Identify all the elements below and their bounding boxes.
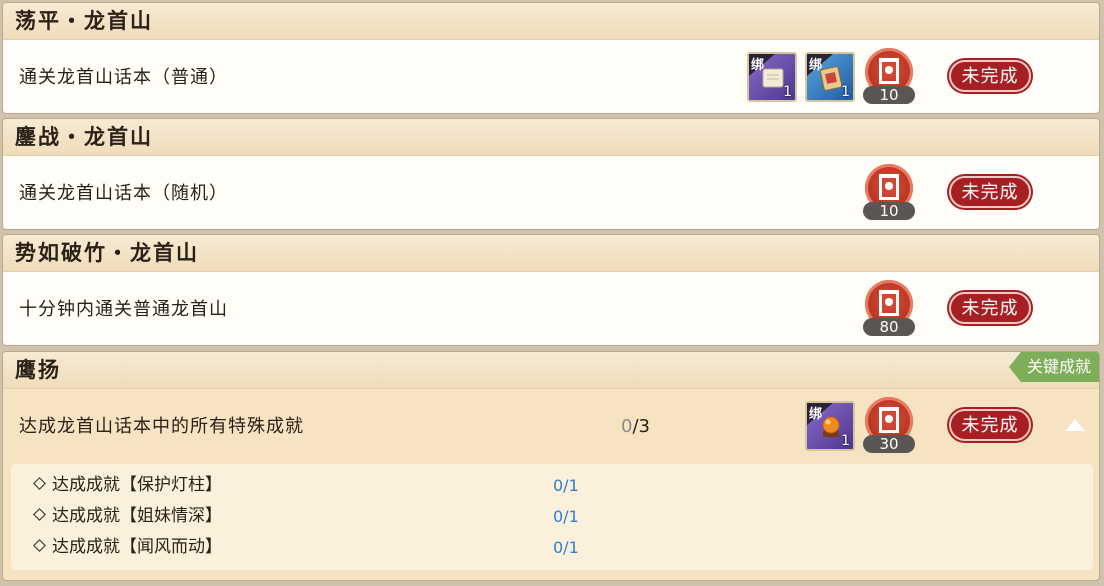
- status-button[interactable]: 未完成: [949, 409, 1031, 441]
- reward-item-scroll[interactable]: 绑 1: [747, 52, 797, 102]
- achievement-description: 达成龙首山话本中的所有特殊成就: [19, 416, 304, 437]
- achievement-description: 通关龙首山话本（普通）: [19, 67, 228, 88]
- progress-total: /3: [632, 416, 650, 437]
- diamond-bullet-icon: [33, 539, 46, 552]
- key-achievement-tag: 关键成就: [1008, 352, 1099, 382]
- collapse-arrow-icon[interactable]: [1065, 419, 1085, 431]
- points-value: 10: [863, 202, 915, 220]
- achievement-card-2: 鏖战・龙首山 通关龙首山话本（随机） 10 未完成: [2, 118, 1100, 230]
- achievement-progress: 0/3: [621, 389, 650, 465]
- list-item: 达成成就【闻风而动】 0/1: [33, 532, 579, 563]
- list-item: 达成成就【姐妹情深】 0/1: [33, 501, 579, 532]
- status-button[interactable]: 未完成: [949, 176, 1031, 208]
- progress-current: 0: [621, 416, 633, 437]
- achievement-title: 鏖战・龙首山: [3, 119, 1099, 156]
- achievement-title: 荡平・龙首山: [3, 3, 1099, 40]
- achievement-description: 十分钟内通关普通龙首山: [19, 299, 228, 320]
- achievement-points: 30: [861, 397, 917, 453]
- achievement-card-4: 鹰扬 关键成就 达成龙首山话本中的所有特殊成就 0/3 绑 1 30 未完成 达…: [2, 351, 1100, 581]
- item-quantity: 1: [841, 84, 850, 100]
- achievement-points: 10: [861, 48, 917, 104]
- sub-achievement-label: 达成成就【闻风而动】: [52, 537, 222, 557]
- sub-achievement-progress: 0/1: [553, 538, 579, 557]
- points-value: 10: [863, 86, 915, 104]
- achievement-title: 势如破竹・龙首山: [3, 235, 1099, 272]
- reward-item-ticket[interactable]: 绑 1: [805, 52, 855, 102]
- achievement-body: 达成龙首山话本中的所有特殊成就 0/3 绑 1 30 未完成: [3, 389, 1099, 465]
- achievement-body: 通关龙首山话本（普通） 绑 1 绑 1 10 未完成: [3, 40, 1099, 113]
- sub-achievement-list: 达成成就【保护灯柱】 0/1 达成成就【姐妹情深】 0/1 达成成就【闻风而动】…: [11, 464, 1093, 570]
- item-quantity: 1: [841, 433, 850, 449]
- list-item: 达成成就【保护灯柱】 0/1: [33, 470, 579, 501]
- status-button[interactable]: 未完成: [949, 60, 1031, 92]
- sub-achievement-progress: 0/1: [553, 507, 579, 526]
- reward-item-orb[interactable]: 绑 1: [805, 401, 855, 451]
- bind-label: 绑: [809, 58, 823, 73]
- achievement-body: 通关龙首山话本（随机） 10 未完成: [3, 156, 1099, 229]
- sub-achievement-label: 达成成就【保护灯柱】: [52, 475, 222, 495]
- achievement-title: 鹰扬: [3, 352, 1099, 389]
- status-button[interactable]: 未完成: [949, 292, 1031, 324]
- achievement-card-3: 势如破竹・龙首山 十分钟内通关普通龙首山 80 未完成: [2, 234, 1100, 346]
- sub-achievement-progress: 0/1: [553, 476, 579, 495]
- diamond-bullet-icon: [33, 508, 46, 521]
- item-quantity: 1: [783, 84, 792, 100]
- sub-achievement-label: 达成成就【姐妹情深】: [52, 506, 222, 526]
- achievement-card-1: 荡平・龙首山 通关龙首山话本（普通） 绑 1 绑 1 10 未完成: [2, 2, 1100, 114]
- achievement-points: 80: [861, 280, 917, 336]
- points-value: 30: [863, 435, 915, 453]
- diamond-bullet-icon: [33, 477, 46, 490]
- bind-label: 绑: [809, 407, 823, 422]
- achievement-body: 十分钟内通关普通龙首山 80 未完成: [3, 272, 1099, 345]
- bind-label: 绑: [751, 58, 765, 73]
- points-value: 80: [863, 318, 915, 336]
- achievement-points: 10: [861, 164, 917, 220]
- achievement-description: 通关龙首山话本（随机）: [19, 183, 228, 204]
